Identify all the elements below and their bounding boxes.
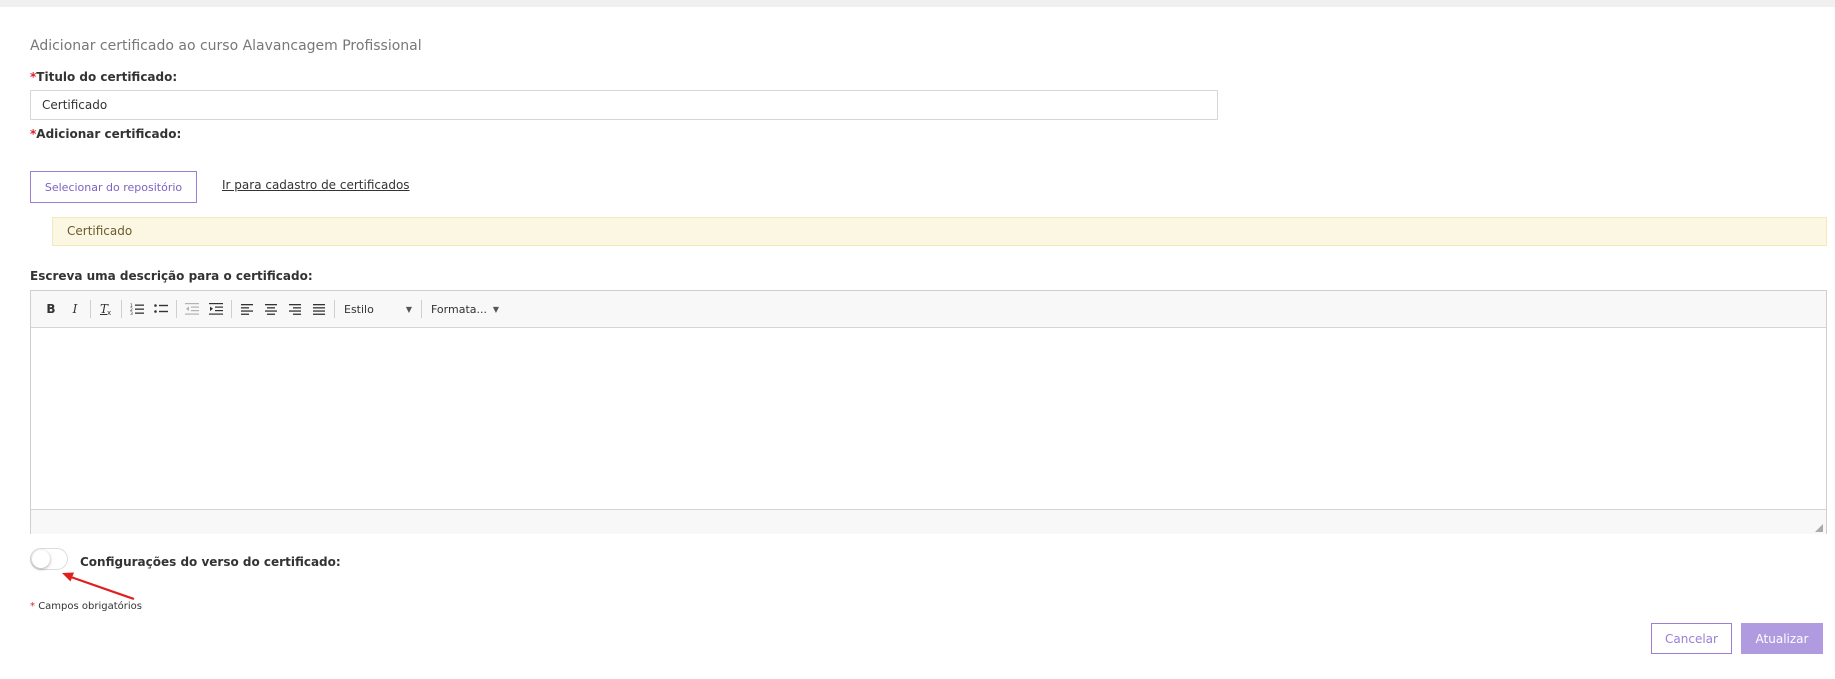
format-combo-label: Formata... (431, 302, 487, 316)
back-settings-label: Configurações do verso do certificado: (80, 555, 341, 569)
editor-content-area[interactable] (31, 328, 1826, 509)
numbered-list-icon[interactable]: 123 (126, 298, 148, 320)
page-title: Adicionar certificado ao curso Alavancag… (30, 38, 422, 54)
certificate-title-input[interactable] (30, 90, 1218, 120)
required-note-text: Campos obrigatórios (38, 601, 142, 612)
cancel-button[interactable]: Cancelar (1651, 623, 1732, 654)
chevron-down-icon: ▼ (492, 304, 499, 314)
select-from-repository-button[interactable]: Selecionar do repositório (30, 171, 197, 203)
resize-grip-icon[interactable] (1813, 522, 1823, 532)
title-label-text: Titulo do certificado: (36, 70, 178, 84)
toolbar-separator (176, 300, 177, 318)
decrease-indent-icon[interactable] (181, 298, 203, 320)
format-combo[interactable]: Formata... ▼ (425, 298, 505, 320)
update-button[interactable]: Atualizar (1741, 623, 1823, 654)
svg-text:x: x (107, 309, 111, 316)
toolbar-separator (90, 300, 91, 318)
form-panel: Adicionar certificado ao curso Alavancag… (0, 7, 1835, 679)
toolbar-separator (231, 300, 232, 318)
align-center-icon[interactable] (260, 298, 282, 320)
toolbar-separator (421, 300, 422, 318)
bold-icon[interactable]: B (40, 298, 62, 320)
bulleted-list-icon[interactable] (150, 298, 172, 320)
toolbar-separator (121, 300, 122, 318)
editor-footer (31, 509, 1826, 534)
style-combo-label: Estilo (344, 302, 374, 316)
align-right-icon[interactable] (284, 298, 306, 320)
style-combo[interactable]: Estilo ▼ (338, 298, 418, 320)
editor-toolbar: B I Tx 123 Estilo ▼ Formata... ▼ (31, 291, 1826, 328)
required-fields-note: * Campos obrigatórios (30, 601, 142, 612)
svg-text:3: 3 (130, 311, 133, 315)
rich-text-editor: B I Tx 123 Estilo ▼ Formata... ▼ (30, 290, 1827, 534)
align-left-icon[interactable] (236, 298, 258, 320)
add-certificate-label-text: Adicionar certificado: (36, 127, 182, 141)
align-justify-icon[interactable] (308, 298, 330, 320)
register-certificates-link[interactable]: Ir para cadastro de certificados (222, 178, 410, 192)
increase-indent-icon[interactable] (205, 298, 227, 320)
italic-icon[interactable]: I (64, 298, 86, 320)
description-label: Escreva uma descrição para o certificado… (30, 269, 313, 283)
required-mark: * (30, 601, 35, 612)
remove-format-icon[interactable]: Tx (95, 298, 117, 320)
title-label: *Titulo do certificado: (30, 70, 177, 84)
selected-certificate-item: Certificado (52, 217, 1827, 246)
back-settings-toggle[interactable] (30, 548, 68, 570)
chevron-down-icon: ▼ (405, 304, 412, 314)
add-certificate-label: *Adicionar certificado: (30, 127, 181, 141)
toggle-knob (32, 550, 50, 568)
toolbar-separator (334, 300, 335, 318)
